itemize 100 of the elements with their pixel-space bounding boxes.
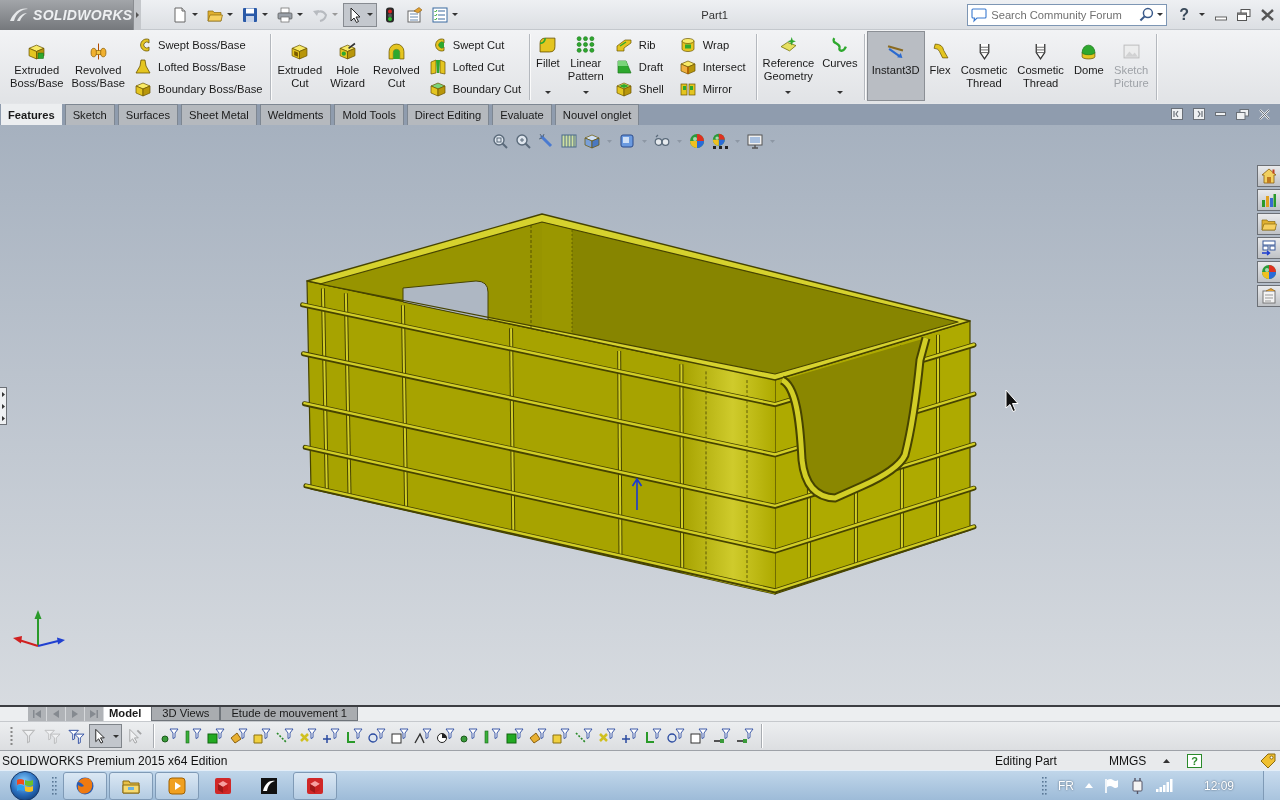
ribbon-button[interactable]: Dome xyxy=(1068,34,1109,100)
task-pane-tab[interactable] xyxy=(1257,285,1280,307)
ribbon-tab[interactable]: Sketch xyxy=(64,104,115,125)
cube-icon[interactable] xyxy=(584,133,600,149)
ribbon-button[interactable]: Instant3D xyxy=(866,31,925,101)
ribbon-button[interactable]: Revolved Boss/Base xyxy=(67,34,129,100)
ribbon-button[interactable]: Revolved Cut xyxy=(369,34,424,100)
ribbon-button[interactable]: Extruded Cut xyxy=(273,34,327,100)
tile-left-icon[interactable] xyxy=(1171,108,1183,120)
ribbon-button[interactable]: Cosmetic Thread xyxy=(1012,34,1069,100)
caret-icon[interactable] xyxy=(1157,12,1164,16)
ribbon-button[interactable]: Rib xyxy=(612,35,667,55)
task-pane-tab[interactable] xyxy=(1257,165,1280,187)
edition-text: SOLIDWORKS Premium 2015 x64 Edition xyxy=(2,753,229,768)
caret-icon xyxy=(192,13,198,16)
caret-icon xyxy=(113,734,119,738)
filter-icon[interactable] xyxy=(460,728,478,744)
ribbon-tab[interactable]: Mold Tools xyxy=(334,104,404,125)
filter-icon[interactable] xyxy=(736,728,754,744)
ribbon-tab[interactable]: Features xyxy=(1,104,62,125)
wand-icon[interactable] xyxy=(538,133,554,149)
pointer-icon xyxy=(126,728,143,744)
striped-box-icon[interactable] xyxy=(561,133,577,149)
filter-icon xyxy=(44,728,61,744)
ribbon-tab[interactable]: Evaluate xyxy=(492,104,552,125)
ribbon-button[interactable]: Boundary Cut xyxy=(426,79,525,99)
search-icon[interactable] xyxy=(1139,6,1155,22)
filter-icon[interactable] xyxy=(414,728,432,744)
ribbon-button[interactable]: Fillet xyxy=(532,34,564,100)
restore-icon[interactable] xyxy=(1237,8,1251,21)
select-button[interactable] xyxy=(343,2,377,27)
ribbon-tab[interactable]: Weldments xyxy=(259,104,332,125)
restore-icon[interactable] xyxy=(1236,108,1249,120)
notepad-icon xyxy=(407,6,423,23)
plane-sparkle-icon xyxy=(779,36,797,53)
tile-right-icon[interactable] xyxy=(1193,108,1205,120)
ribbon-button[interactable]: Swept Boss/Base xyxy=(131,35,266,55)
panel-handle[interactable] xyxy=(0,387,7,425)
cylinder-icon xyxy=(679,37,696,53)
start-button[interactable] xyxy=(8,770,42,800)
ribbon-button[interactable]: Curves xyxy=(818,34,862,100)
ribbon-button[interactable]: Wrap xyxy=(676,35,749,55)
filter-icon[interactable] xyxy=(713,728,731,744)
filter-icon[interactable] xyxy=(437,728,455,744)
select-button[interactable] xyxy=(89,724,122,748)
task-pane-tab[interactable] xyxy=(1257,213,1280,235)
ribbon-button[interactable]: Shell xyxy=(612,79,667,99)
ribbon-button[interactable]: Hole Wizard xyxy=(326,34,370,100)
ribbon-tab[interactable]: Sheet Metal xyxy=(181,104,257,125)
close-icon[interactable] xyxy=(1261,8,1274,21)
menu-flyout-button[interactable] xyxy=(133,0,141,30)
model-tab[interactable]: Model xyxy=(104,707,152,721)
ribbon-tab[interactable]: Surfaces xyxy=(117,104,178,125)
ribbon-button[interactable]: Flex xyxy=(924,34,956,100)
zoom-icon[interactable] xyxy=(515,133,531,149)
swoosh-icon xyxy=(259,775,279,796)
color-ball-icon xyxy=(1261,264,1277,280)
ribbon-button[interactable]: Linear Pattern xyxy=(563,34,608,100)
ribbon-button[interactable]: Mirror xyxy=(676,79,749,99)
minimize-icon[interactable] xyxy=(1215,112,1226,116)
model-tab[interactable]: 3D Views xyxy=(151,707,221,721)
ribbon-button[interactable]: Lofted Cut xyxy=(426,57,525,77)
help-button[interactable]: ? xyxy=(1179,6,1189,23)
help-button[interactable]: ? xyxy=(1187,753,1202,768)
monitor-icon[interactable] xyxy=(747,133,763,149)
caret-icon xyxy=(297,13,303,16)
task-pane-tab[interactable] xyxy=(1257,237,1280,259)
search-field[interactable]: Search Community Forum xyxy=(967,3,1168,26)
close-icon[interactable] xyxy=(1259,108,1270,120)
task-pane-tab[interactable] xyxy=(1257,261,1280,283)
zoom-icon[interactable] xyxy=(492,133,508,149)
tag-icon[interactable] xyxy=(1260,753,1276,768)
filter-icon xyxy=(20,728,37,744)
ribbon-button[interactable]: Swept Cut xyxy=(426,35,525,55)
ribbon-button[interactable]: Boundary Boss/Base xyxy=(131,79,266,99)
caret-icon xyxy=(544,91,551,94)
ribbon-button[interactable]: Extruded Boss/Base xyxy=(6,34,68,100)
skip-start-icon[interactable] xyxy=(33,710,41,718)
ribbon-tab[interactable]: Nouvel onglet xyxy=(554,104,640,125)
task-pane-tab[interactable] xyxy=(1257,189,1280,211)
ribbon-button[interactable]: Lofted Boss/Base xyxy=(131,57,266,77)
arrow-right-icon xyxy=(136,11,139,18)
split-block-icon xyxy=(429,59,446,75)
filter-icon[interactable] xyxy=(161,728,179,744)
taskbar-button[interactable] xyxy=(293,771,337,800)
ribbon-tab[interactable]: Direct Editing xyxy=(406,104,490,125)
color-ball-icon[interactable] xyxy=(689,133,705,149)
ribbon-button[interactable]: Cosmetic Thread xyxy=(955,34,1013,100)
caret-icon[interactable] xyxy=(1199,13,1205,16)
folder-icon xyxy=(1261,216,1277,232)
model-tab[interactable]: Etude de mouvement 1 xyxy=(220,707,359,721)
ribbon-button[interactable]: Draft xyxy=(612,57,667,77)
units-text[interactable]: MMGS xyxy=(1108,753,1147,768)
cube-icon[interactable] xyxy=(619,133,635,149)
checkered-ball-icon[interactable] xyxy=(712,133,728,149)
ribbon-button[interactable]: Intersect xyxy=(676,57,749,77)
glasses-icon[interactable] xyxy=(654,133,670,149)
ribbon-button[interactable]: Reference Geometry xyxy=(758,34,819,100)
plug-icon[interactable] xyxy=(1129,777,1145,794)
caret-icon[interactable] xyxy=(1163,758,1171,763)
